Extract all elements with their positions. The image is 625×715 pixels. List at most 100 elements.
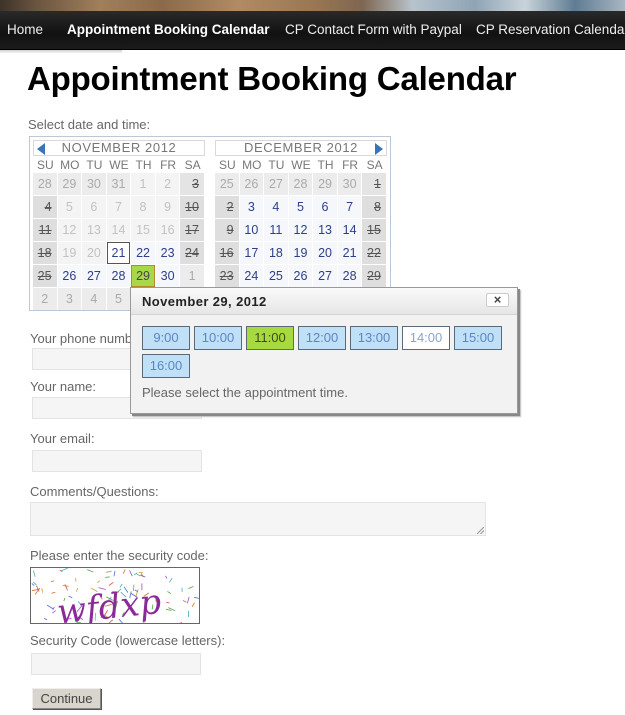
header-banner-image	[0, 0, 625, 11]
day-cell[interactable]: 14	[337, 219, 362, 241]
day-cell: 30	[337, 173, 362, 195]
day-cell[interactable]: 24	[239, 265, 264, 287]
nav-item-home[interactable]: Home	[7, 22, 43, 37]
time-slot-button[interactable]: 15:00	[454, 326, 502, 350]
day-cell: 11	[33, 219, 57, 241]
day-cell[interactable]: 19	[288, 242, 313, 264]
dialog-title: November 29, 2012	[142, 294, 267, 309]
email-input[interactable]	[32, 450, 202, 472]
captcha-noise: wfdxp	[31, 568, 199, 624]
day-cell: 1	[362, 173, 386, 195]
day-cell[interactable]: 27	[313, 265, 337, 287]
time-slot-button[interactable]: 11:00	[246, 326, 294, 350]
continue-button[interactable]: Continue	[32, 688, 101, 709]
day-cell[interactable]: 3	[239, 196, 264, 218]
nav-item-cp-reservation-calendar[interactable]: CP Reservation Calendar	[476, 22, 625, 37]
captcha-text: wfdxp	[55, 582, 163, 624]
day-cell[interactable]: 30	[155, 265, 180, 287]
day-cell[interactable]: 18	[264, 242, 288, 264]
day-cell-selected[interactable]: 29	[131, 265, 155, 287]
day-cell: 9	[155, 196, 180, 218]
month-header: NOVEMBER 2012	[33, 140, 205, 156]
captcha-noise-stroke	[113, 570, 116, 577]
day-cell: 24	[180, 242, 204, 264]
day-cell-today[interactable]: 21	[106, 242, 131, 264]
weekday-label: TH	[317, 158, 334, 172]
day-cell[interactable]: 28	[337, 265, 362, 287]
time-slot-button[interactable]: 13:00	[350, 326, 398, 350]
time-slot-button[interactable]: 12:00	[298, 326, 346, 350]
day-cell: 15	[131, 219, 155, 241]
captcha-noise-stroke	[165, 575, 168, 579]
captcha-noise-stroke	[191, 602, 195, 607]
day-cell[interactable]: 20	[313, 242, 337, 264]
day-cell: 4	[82, 288, 106, 310]
captcha-noise-stroke	[87, 569, 94, 573]
day-cell[interactable]: 10	[239, 219, 264, 241]
prev-month-arrow-icon[interactable]	[37, 143, 45, 155]
captcha-noise-stroke	[50, 580, 55, 583]
day-cell: 28	[33, 173, 57, 195]
day-cell: 14	[106, 219, 131, 241]
weekday-label: FR	[160, 158, 177, 172]
resize-grip-icon[interactable]	[477, 527, 484, 534]
captcha-noise-stroke	[43, 617, 48, 621]
day-cell[interactable]: 23	[155, 242, 180, 264]
day-cell[interactable]: 7	[337, 196, 362, 218]
month-header: DECEMBER 2012	[215, 140, 387, 156]
day-cell: 1	[131, 173, 155, 195]
day-cell[interactable]: 21	[337, 242, 362, 264]
captcha-noise-stroke	[136, 573, 141, 577]
day-cell[interactable]: 4	[264, 196, 288, 218]
day-cell[interactable]: 17	[239, 242, 264, 264]
weekday-label: SU	[218, 158, 236, 172]
weekday-label: TU	[86, 158, 103, 172]
captcha-noise-stroke	[194, 596, 199, 599]
day-cell: 29	[313, 173, 337, 195]
day-cell[interactable]: 12	[288, 219, 313, 241]
captcha-noise-stroke	[129, 570, 133, 577]
day-grid: 25 26 27 28 29 30 1 2 3 4 5 6 7 8 9 10 11 12 13 14 15 16 17 18 1…	[215, 173, 387, 288]
day-cell: 5	[57, 196, 82, 218]
comments-textarea[interactable]	[30, 502, 486, 536]
day-cell[interactable]: 27	[82, 265, 106, 287]
captcha-noise-stroke	[64, 584, 68, 591]
day-cell[interactable]: 26	[57, 265, 82, 287]
time-slot-button[interactable]: 16:00	[142, 354, 190, 378]
day-cell: 19	[57, 242, 82, 264]
captcha-noise-stroke	[97, 580, 101, 584]
day-cell: 7	[106, 196, 131, 218]
day-cell[interactable]: 11	[264, 219, 288, 241]
nav-item-appointment-booking-calendar[interactable]: Appointment Booking Calendar	[67, 22, 270, 37]
time-slot-button[interactable]: 10:00	[194, 326, 242, 350]
nav-item-cp-contact-form-paypal[interactable]: CP Contact Form with Paypal	[285, 22, 462, 37]
day-cell: 26	[239, 173, 264, 195]
weekday-label: TU	[268, 158, 285, 172]
day-cell[interactable]: 13	[313, 219, 337, 241]
captcha-noise-stroke	[108, 581, 114, 586]
captcha-noise-stroke	[167, 591, 172, 594]
captcha-noise-stroke	[165, 609, 172, 611]
time-slot-button: 14:00	[402, 326, 450, 350]
captcha-image: wfdxp	[30, 567, 200, 624]
day-cell: 10	[180, 196, 204, 218]
email-label: Your email:	[30, 431, 95, 446]
day-cell: 6	[82, 196, 106, 218]
day-cell: 18	[33, 242, 57, 264]
weekday-label: MO	[60, 158, 80, 172]
booking-calendar: NOVEMBER 2012 SU MO TU WE TH FR SA 28 29 30 31 1 2 3…	[29, 136, 391, 311]
weekday-label: FR	[342, 158, 359, 172]
day-cell[interactable]: 26	[288, 265, 313, 287]
day-cell[interactable]: 5	[288, 196, 313, 218]
day-cell[interactable]: 28	[106, 265, 131, 287]
close-icon[interactable]: ×	[486, 293, 509, 307]
day-cell: 16	[215, 242, 239, 264]
security-code-input[interactable]	[31, 653, 201, 675]
time-slot-button[interactable]: 9:00	[142, 326, 190, 350]
next-month-arrow-icon[interactable]	[375, 143, 383, 155]
day-cell[interactable]: 22	[131, 242, 155, 264]
day-cell: 30	[82, 173, 106, 195]
select-date-label: Select date and time:	[28, 117, 151, 132]
day-cell[interactable]: 6	[313, 196, 337, 218]
day-cell[interactable]: 25	[264, 265, 288, 287]
